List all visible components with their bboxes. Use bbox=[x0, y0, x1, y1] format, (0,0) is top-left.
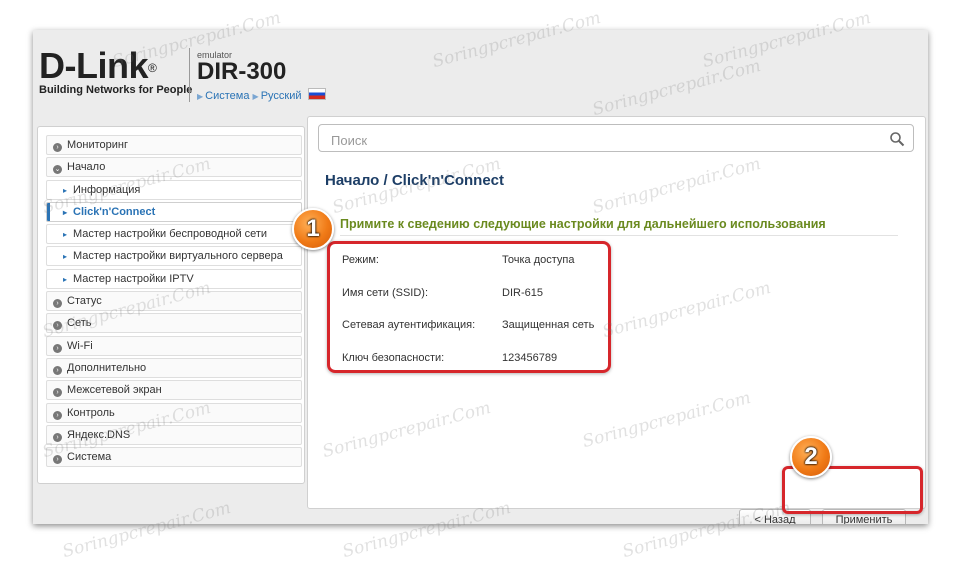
arrow-right-icon: ▸ bbox=[63, 207, 68, 217]
sidebar-item-network[interactable]: › Сеть bbox=[46, 313, 302, 334]
sidebar-item-start[interactable]: ⌄ Начало bbox=[46, 157, 302, 178]
dlink-logo: D-Link® Building Networks for People bbox=[39, 45, 193, 97]
chevron-right-icon: › bbox=[53, 455, 62, 465]
chevron-right-icon: › bbox=[53, 299, 62, 309]
sidebar-item-label: Мастер настройки IPTV bbox=[73, 272, 194, 285]
triangle-right-icon: ▶ bbox=[252, 92, 259, 101]
sidebar-item-clickn-connect[interactable]: ▸ Click'n'Connect bbox=[46, 201, 302, 222]
breadcrumb-system[interactable]: Система bbox=[205, 90, 249, 102]
search-input[interactable] bbox=[329, 130, 873, 150]
sidebar-item-advanced[interactable]: › Дополнительно bbox=[46, 357, 302, 378]
sidebar-item-wireless-wizard[interactable]: ▸ Мастер настройки беспроводной сети bbox=[46, 224, 302, 245]
settings-highlight-frame bbox=[327, 241, 611, 373]
sidebar-item-label: Система bbox=[67, 451, 112, 464]
search-box bbox=[318, 124, 914, 152]
sidebar-item-virtual-server-wizard[interactable]: ▸ Мастер настройки виртуального сервера bbox=[46, 246, 302, 267]
device-info: emulator DIR-300 ▶ Система ▶ Русский bbox=[197, 50, 326, 102]
sidebar-item-label: Мастер настройки беспроводной сети bbox=[73, 228, 268, 241]
step-marker-2: 2 bbox=[790, 436, 832, 478]
russian-flag-icon[interactable] bbox=[307, 88, 326, 100]
chevron-down-icon: ⌄ bbox=[53, 165, 62, 175]
triangle-right-icon: ▶ bbox=[197, 92, 204, 101]
sidebar-item-label: Начало bbox=[67, 161, 106, 174]
logo-tagline: Building Networks for People bbox=[39, 84, 193, 96]
page-title: Начало / Click'n'Connect bbox=[325, 172, 504, 189]
chevron-right-icon: › bbox=[53, 365, 62, 375]
logo-text: D-Link bbox=[39, 45, 149, 86]
sidebar-item-iptv-wizard[interactable]: ▸ Мастер настройки IPTV bbox=[46, 268, 302, 289]
sidebar-item-monitoring[interactable]: › Мониторинг bbox=[46, 135, 302, 155]
chevron-right-icon: › bbox=[53, 343, 62, 353]
registered-icon: ® bbox=[148, 61, 157, 75]
sidebar-item-label: Контроль bbox=[67, 406, 115, 419]
header: D-Link® Building Networks for People emu… bbox=[33, 30, 928, 120]
sidebar-item-firewall[interactable]: › Межсетевой экран bbox=[46, 380, 302, 401]
sidebar-item-label: Wi-Fi bbox=[67, 339, 93, 352]
step-marker-1: 1 bbox=[292, 208, 334, 250]
breadcrumb: ▶ Система ▶ Русский bbox=[197, 88, 326, 102]
breadcrumb-language[interactable]: Русский bbox=[261, 90, 302, 102]
sidebar-item-label: Сеть bbox=[67, 317, 92, 330]
arrow-right-icon: ▸ bbox=[63, 252, 68, 262]
sidebar-item-label: Информация bbox=[73, 183, 141, 196]
sidebar-item-label: Дополнительно bbox=[67, 361, 147, 374]
sidebar-item-label: Click'n'Connect bbox=[73, 205, 156, 218]
sidebar-item-control[interactable]: › Контроль bbox=[46, 402, 302, 423]
chevron-right-icon: › bbox=[53, 321, 62, 331]
nav-menu: › Мониторинг ⌄ Начало ▸ Информация ▸ Click'n… bbox=[46, 135, 302, 469]
sidebar-item-label: Яндекс.DNS bbox=[67, 428, 131, 441]
chevron-right-icon: › bbox=[53, 432, 62, 442]
arrow-right-icon: ▸ bbox=[63, 185, 68, 195]
header-divider bbox=[189, 48, 190, 102]
sidebar-item-status[interactable]: › Статус bbox=[46, 291, 302, 312]
chevron-right-icon: › bbox=[53, 410, 62, 420]
sidebar-item-label: Мастер настройки виртуального сервера bbox=[73, 250, 283, 263]
search-icon[interactable] bbox=[889, 131, 905, 147]
main-content: Начало / Click'n'Connect Примите к сведе… bbox=[307, 116, 926, 524]
sidebar: › Мониторинг ⌄ Начало ▸ Информация ▸ Click'n… bbox=[37, 126, 305, 484]
sidebar-item-wifi[interactable]: › Wi-Fi bbox=[46, 335, 302, 356]
section-title: Примите к сведению следующие настройки д… bbox=[340, 217, 826, 231]
sidebar-item-yandex-dns[interactable]: › Яндекс.DNS bbox=[46, 424, 302, 445]
sidebar-item-label: Межсетевой экран bbox=[67, 384, 162, 397]
arrow-right-icon: ▸ bbox=[63, 274, 68, 284]
sidebar-item-label: Статус bbox=[67, 295, 102, 308]
arrow-right-icon: ▸ bbox=[63, 230, 68, 240]
chevron-right-icon: › bbox=[53, 143, 62, 152]
sidebar-item-label: Мониторинг bbox=[67, 139, 129, 151]
sidebar-item-information[interactable]: ▸ Информация bbox=[46, 179, 302, 200]
chevron-right-icon: › bbox=[53, 388, 62, 398]
section-divider bbox=[340, 235, 898, 236]
model-name: DIR-300 bbox=[197, 58, 287, 85]
sidebar-item-system[interactable]: › Система bbox=[46, 447, 302, 468]
